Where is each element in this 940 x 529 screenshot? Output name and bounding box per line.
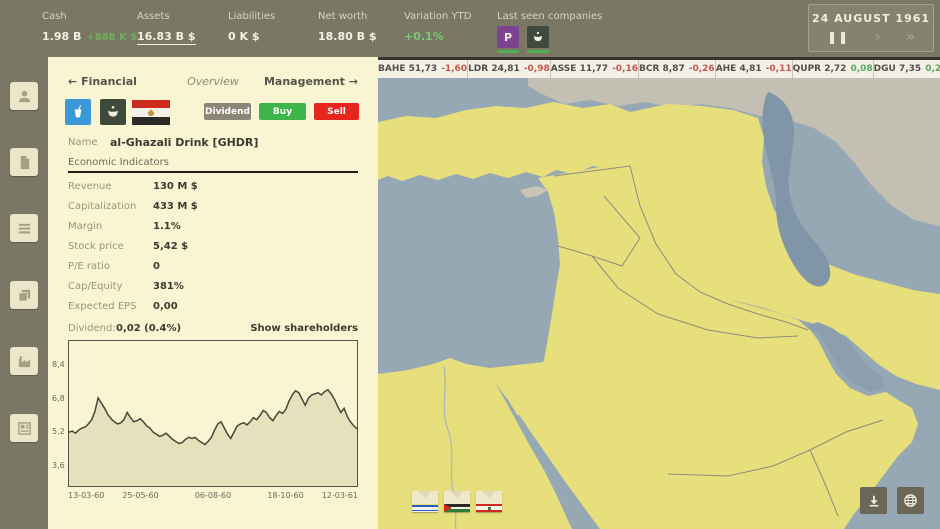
x-axis-tick: 13-03-60: [68, 491, 104, 500]
company-p-icon[interactable]: P: [497, 26, 519, 48]
left-toolbar: [0, 57, 48, 529]
y-axis-tick: 6,8: [52, 394, 65, 403]
x-axis-tick: 25-05-60: [122, 491, 158, 500]
dividend-button[interactable]: Dividend: [204, 103, 251, 120]
ticker-item-asse[interactable]: ASSE 11,77 -0,16: [550, 60, 638, 78]
factory-icon[interactable]: [10, 347, 38, 375]
ticker-item-bcr[interactable]: BCR 8,87 -0,26: [638, 60, 715, 78]
ticker-item-bahe[interactable]: BAHE 51,73 -1,60: [378, 60, 467, 78]
download-icon[interactable]: [860, 487, 887, 514]
dividend-label: Dividend:: [68, 323, 116, 334]
ticker-item-ahe[interactable]: AHE 4,81 -0,11: [715, 60, 792, 78]
list-icon[interactable]: [10, 214, 38, 242]
y-axis-tick: 5,2: [52, 427, 65, 436]
show-shareholders-link[interactable]: Show shareholders: [250, 323, 358, 334]
indicator-row: Margin 1.1%: [48, 221, 378, 241]
x-axis-tick: 12-03-61: [322, 491, 358, 500]
middle-east-map[interactable]: [378, 78, 940, 529]
indicator-row: Expected EPS 0,00: [48, 301, 378, 321]
pot-icon: [100, 99, 126, 125]
pause-icon[interactable]: ❚❚: [827, 30, 849, 44]
right-arrow-icon: →: [349, 75, 358, 88]
gallery-icon[interactable]: [10, 281, 38, 309]
y-axis-tick: 3,6: [52, 461, 65, 470]
company-name: al-Ghazali Drink [GHDR]: [110, 136, 258, 149]
person-icon[interactable]: [10, 82, 38, 110]
envelope-icon: [444, 491, 470, 504]
envelope-icon: [476, 491, 502, 504]
dividend-value: 0,02 (0.4%): [116, 323, 181, 334]
top-status-bar: Cash 1.98 B+888 K $ Assets 16.83 B $ Lia…: [0, 0, 940, 57]
ticker-item-qupr[interactable]: QUPR 2,72 0,08: [792, 60, 873, 78]
document-icon[interactable]: [10, 148, 38, 176]
y-axis-tick: 8,4: [52, 360, 65, 369]
pot-icon[interactable]: [527, 26, 549, 48]
indicator-row: Revenue 130 M $: [48, 181, 378, 201]
egypt-flag: [132, 100, 170, 125]
company-panel: ← Financial Overview Management → Divide…: [48, 57, 378, 529]
buy-button[interactable]: Buy: [259, 103, 306, 120]
panel-tabs: ← Financial Overview Management →: [48, 75, 378, 89]
stock-price-chart: [68, 340, 358, 487]
news-icon[interactable]: [10, 414, 38, 442]
indicator-row: Stock price 5,42 $: [48, 241, 378, 261]
indicator-row: Cap/Equity 381%: [48, 281, 378, 301]
sell-button[interactable]: Sell: [314, 103, 359, 120]
stock-ticker: BAHE 51,73 -1,60 LDR 24,81 -0,98 ASSE 11…: [378, 57, 940, 78]
palestine-flag: [444, 504, 470, 512]
israel-flag: [412, 504, 438, 512]
section-title: Economic Indicators: [68, 157, 169, 168]
lebanon-flag: [476, 504, 502, 512]
x-axis-tick: 18-10-60: [267, 491, 303, 500]
play-icon[interactable]: ›: [875, 30, 881, 44]
mail-notification-palestine-flag[interactable]: [444, 491, 470, 512]
fast-forward-icon[interactable]: »: [906, 30, 915, 44]
globe-icon[interactable]: [897, 487, 924, 514]
date-panel: 24 AUGUST 1961 ❚❚ › »: [808, 4, 934, 52]
indicator-row: P/E ratio 0: [48, 261, 378, 281]
current-date: 24 AUGUST 1961: [809, 12, 933, 25]
mail-notification-lebanon-flag[interactable]: [476, 491, 502, 512]
section-divider: [68, 171, 358, 173]
envelope-icon: [412, 491, 438, 504]
ticker-item-ldr[interactable]: LDR 24,81 -0,98: [467, 60, 550, 78]
mail-notification-israel-flag[interactable]: [412, 491, 438, 512]
drink-icon[interactable]: [65, 99, 91, 125]
company-name-label: Name: [68, 137, 98, 148]
ticker-item-dgu[interactable]: DGU 7,35 0,21: [873, 60, 940, 78]
last-seen-label: Last seen companies: [497, 11, 602, 22]
tab-management[interactable]: Management →: [264, 75, 358, 88]
indicator-row: Capitalization 433 M $: [48, 201, 378, 221]
x-axis-tick: 06-08-60: [195, 491, 231, 500]
